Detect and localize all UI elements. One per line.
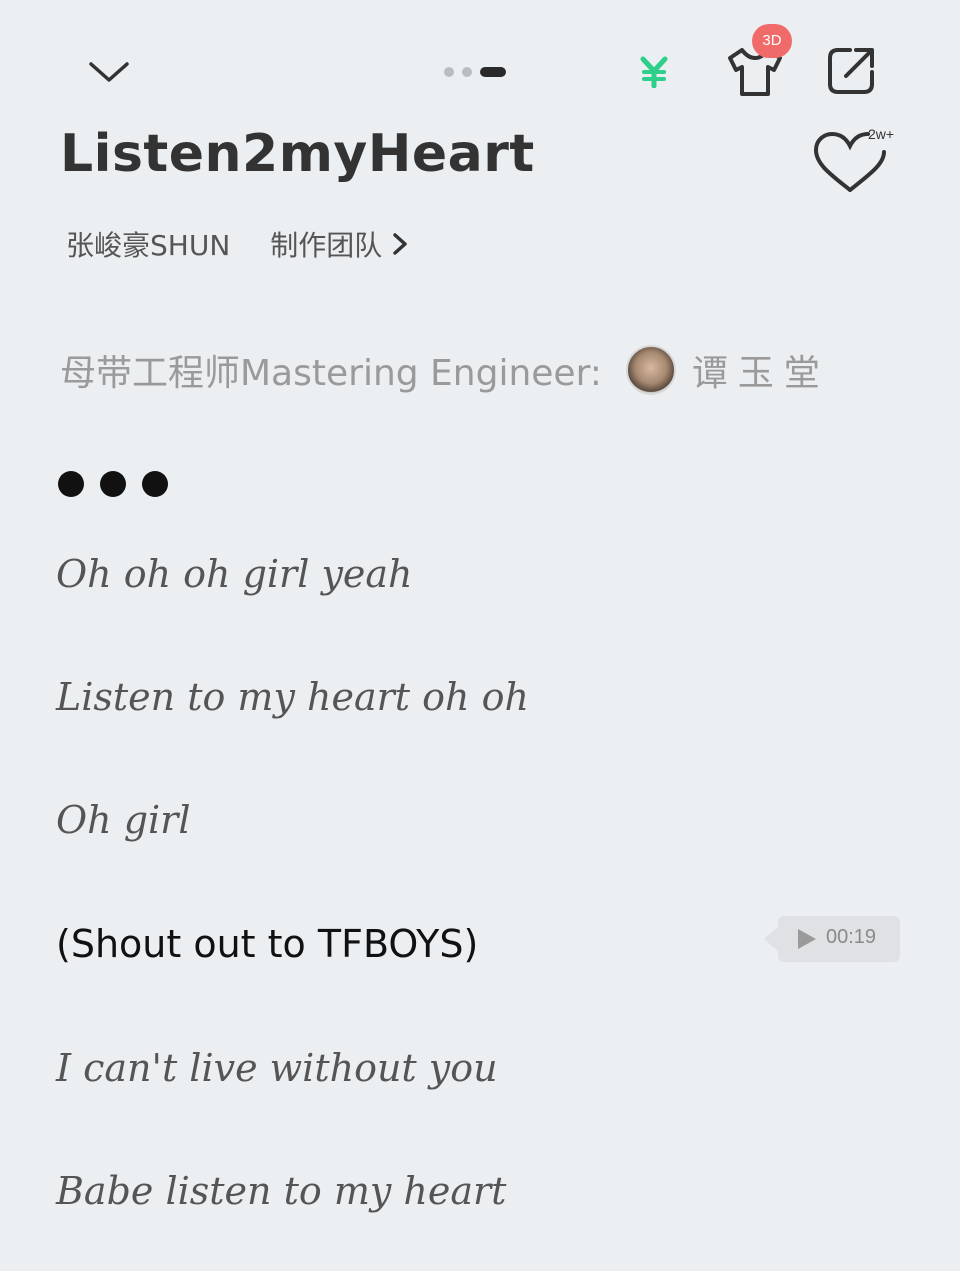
chevron-right-icon bbox=[392, 232, 408, 256]
page-indicator bbox=[444, 66, 518, 78]
credit-row: 母带工程师Mastering Engineer: 谭玉堂 bbox=[60, 340, 830, 400]
lyric-line[interactable]: Oh girl bbox=[56, 798, 191, 842]
playback-time: 00:19 bbox=[826, 926, 877, 948]
share-icon bbox=[828, 48, 874, 94]
artist-name[interactable]: 张峻豪SHUN bbox=[66, 224, 230, 264]
like-count: 2w+ bbox=[868, 126, 895, 142]
page-dot bbox=[444, 67, 454, 77]
page-dot bbox=[462, 67, 472, 77]
production-team-label: 制作团队 bbox=[270, 229, 383, 262]
lyric-line[interactable]: Babe listen to my heart bbox=[56, 1169, 506, 1213]
reward-button[interactable] bbox=[636, 54, 672, 90]
song-title: Listen2myHeart bbox=[60, 124, 535, 184]
play-from-here-button[interactable]: 00:19 bbox=[764, 916, 900, 962]
credit-name[interactable]: 谭玉堂 bbox=[692, 344, 830, 396]
share-button[interactable] bbox=[824, 44, 878, 98]
page-dot-active bbox=[480, 67, 506, 77]
collapse-button[interactable] bbox=[84, 52, 134, 92]
play-icon bbox=[798, 929, 816, 949]
artist-row: 张峻豪SHUN 制作团队 bbox=[66, 224, 408, 264]
outfit-badge: 3D bbox=[752, 24, 792, 58]
more-dot bbox=[100, 471, 126, 497]
production-team-link[interactable]: 制作团队 bbox=[270, 224, 408, 264]
lyric-line-current[interactable]: (Shout out to TFBOYS) bbox=[56, 922, 478, 966]
lyric-line[interactable]: Listen to my heart oh oh bbox=[56, 675, 529, 719]
lyric-line[interactable]: I can't live without you bbox=[56, 1046, 498, 1090]
more-icon[interactable] bbox=[58, 470, 168, 498]
credit-role: 母带工程师Mastering Engineer: bbox=[60, 353, 602, 394]
avatar[interactable] bbox=[625, 345, 676, 395]
lyrics-page: 3D Listen2myHeart 2w+ 张峻豪SHUN 制作团队 母带工程师… bbox=[0, 0, 960, 1271]
lyric-line[interactable]: Oh oh oh girl yeah bbox=[56, 552, 413, 596]
yen-icon bbox=[640, 56, 668, 88]
more-dot bbox=[142, 471, 168, 497]
more-dot bbox=[58, 471, 84, 497]
chevron-down-icon bbox=[89, 62, 129, 82]
